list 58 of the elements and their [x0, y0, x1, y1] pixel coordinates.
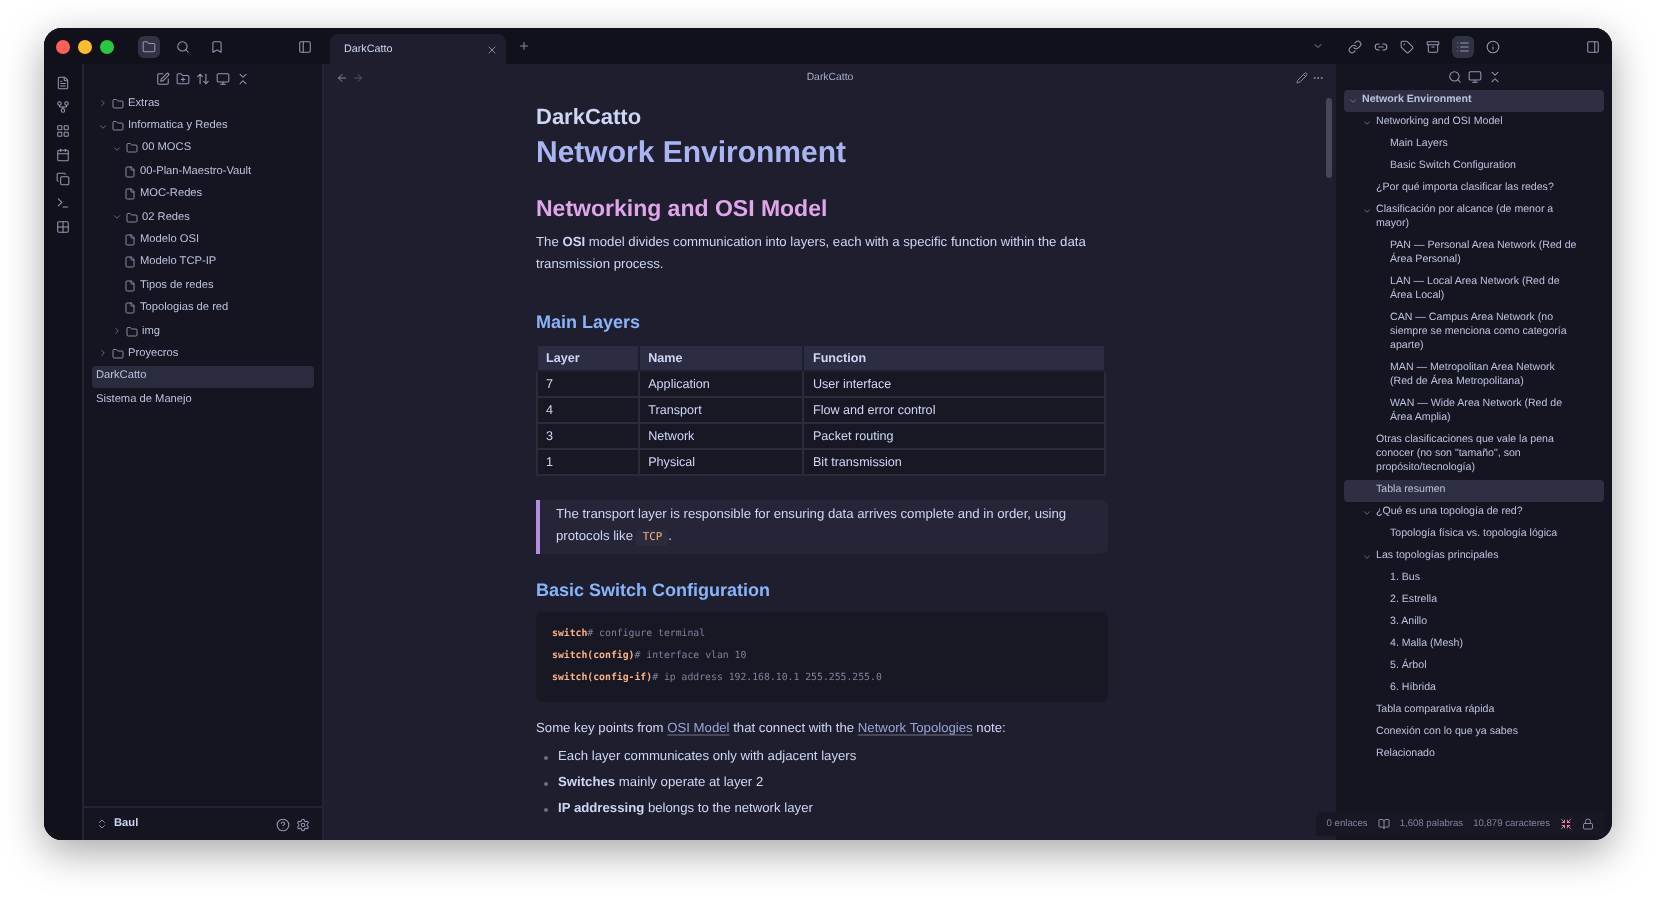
graph-icon[interactable]: [56, 100, 70, 114]
folder-icon: [126, 325, 138, 338]
search-icon[interactable]: [1447, 70, 1461, 84]
new-folder-icon[interactable]: [176, 72, 190, 86]
lock-icon[interactable]: [1582, 818, 1594, 830]
folder-icon: [112, 347, 124, 360]
note-title: DarkCatto: [536, 106, 644, 130]
monitor-icon[interactable]: [216, 72, 230, 86]
sidebar-toggle-icon[interactable]: [298, 39, 312, 53]
chevron-down-icon: [1361, 508, 1371, 518]
file-icon: [124, 188, 136, 201]
monitor-icon[interactable]: [1467, 70, 1481, 84]
shrink-icon[interactable]: [1560, 818, 1572, 830]
chevron-down-icon: [1361, 118, 1371, 128]
subsection-heading: Main Layers: [536, 312, 643, 332]
collapse-icon[interactable]: [1487, 70, 1501, 84]
book-icon[interactable]: [1377, 818, 1390, 830]
help-icon[interactable]: [276, 817, 290, 831]
calendar-icon[interactable]: [56, 148, 70, 162]
blocks-icon[interactable]: [56, 220, 70, 234]
heading: Network Environment: [536, 136, 849, 170]
chevron-down-icon: [1361, 206, 1371, 216]
archive-icon[interactable]: [1426, 39, 1440, 53]
edit-icon[interactable]: [1296, 72, 1308, 84]
copy-icon[interactable]: [56, 172, 70, 186]
minimize-icon[interactable]: [78, 39, 92, 53]
folder-icon: [126, 211, 138, 224]
file-icon: [124, 234, 136, 247]
maximize-icon[interactable]: [100, 39, 114, 53]
folder-icon: [126, 142, 138, 155]
new-note-icon[interactable]: [156, 72, 170, 86]
scrollbar-thumb[interactable]: [1325, 98, 1331, 178]
chevron-right-icon: [97, 98, 107, 109]
back-icon[interactable]: [336, 72, 348, 84]
collapse-icon[interactable]: [236, 72, 250, 86]
chevron-down-icon: [111, 212, 121, 223]
chevron-down-icon: [1361, 552, 1371, 562]
link-icon[interactable]: [1348, 39, 1362, 53]
close-icon[interactable]: [486, 43, 498, 55]
tag-icon[interactable]: [1400, 39, 1414, 53]
sort-icon[interactable]: [196, 72, 210, 86]
sidebar-toggle-icon[interactable]: [1586, 39, 1600, 53]
section-heading: Networking and OSI Model: [536, 198, 830, 222]
folder-icon: [112, 120, 124, 133]
file-icon: [124, 302, 136, 315]
file-icon: [124, 256, 136, 269]
info-icon[interactable]: [1486, 39, 1500, 53]
settings-icon[interactable]: [296, 817, 310, 831]
chevron-down-icon: [1347, 96, 1357, 106]
link-icon[interactable]: [1374, 39, 1388, 53]
file-icon: [124, 279, 136, 292]
file-icon: [124, 165, 136, 178]
folder-icon: [112, 97, 124, 110]
subsection-heading: Basic Switch Configuration: [536, 580, 773, 600]
document-icon[interactable]: [56, 76, 70, 90]
terminal-icon[interactable]: [56, 196, 70, 210]
close-icon[interactable]: [56, 39, 70, 53]
grid-icon[interactable]: [56, 124, 70, 138]
